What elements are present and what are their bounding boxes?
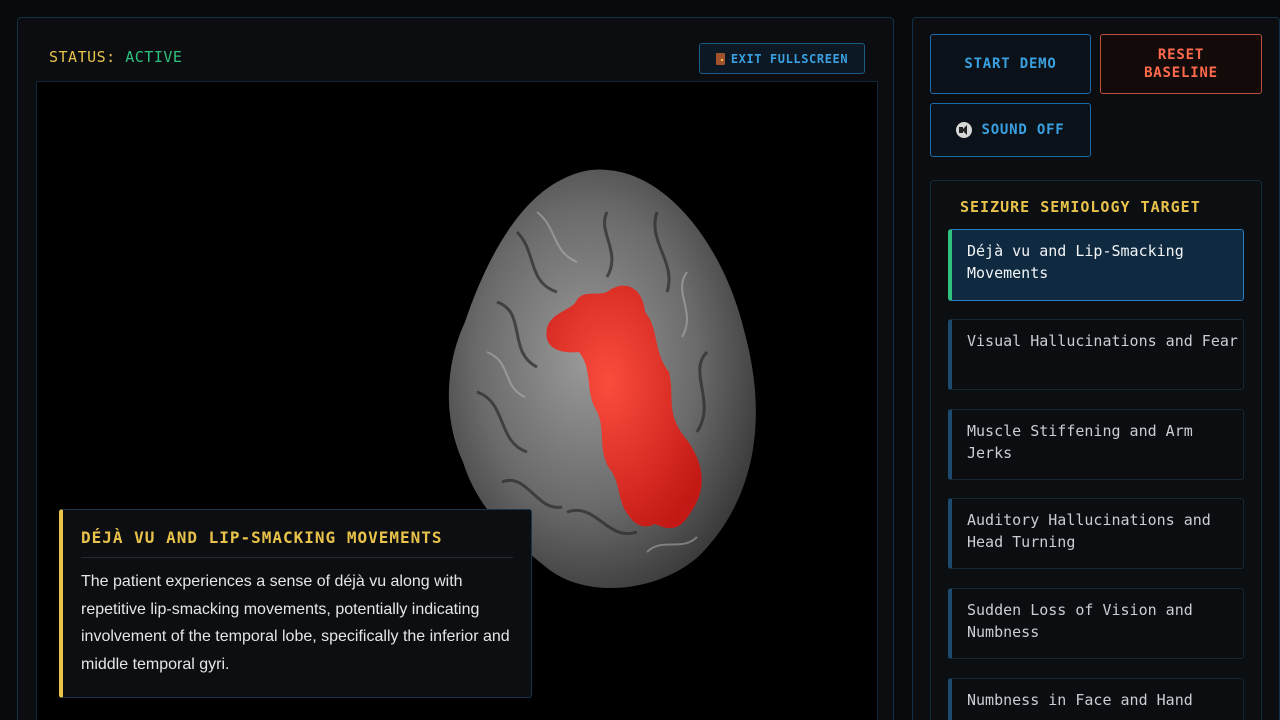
reset-baseline-label: RESET BASELINE (1144, 47, 1218, 81)
info-card-title: DÉJÀ VU AND LIP-SMACKING MOVEMENTS (81, 528, 513, 558)
exit-fullscreen-button[interactable]: EXIT FULLSCREEN (699, 43, 865, 74)
semiology-target-list: SEIZURE SEMIOLOGY TARGET Déjà vu and Lip… (930, 180, 1262, 720)
reset-baseline-button[interactable]: RESET BASELINE (1100, 34, 1262, 94)
door-icon (715, 52, 725, 65)
sound-toggle-label: SOUND OFF (981, 122, 1065, 138)
side-panel: START DEMO RESET BASELINE SOUND OFF SEIZ… (912, 17, 1280, 720)
sound-toggle-button[interactable]: SOUND OFF (930, 103, 1091, 157)
status-label: STATUS: (49, 48, 116, 66)
semiology-item-visual-hallucinations[interactable]: Visual Hallucinations and Fear (948, 319, 1244, 390)
status-value: ACTIVE (125, 48, 183, 66)
mute-speaker-icon (956, 122, 973, 138)
semiology-item-deja-vu[interactable]: Déjà vu and Lip-Smacking Movements (948, 229, 1244, 301)
start-demo-button[interactable]: START DEMO (930, 34, 1091, 94)
brain-viewer[interactable]: DÉJÀ VU AND LIP-SMACKING MOVEMENTS The p… (36, 81, 878, 720)
main-panel: STATUS: ACTIVE EXIT FULLSCREEN DÉJÀ VU A… (17, 17, 894, 720)
semiology-info-card: DÉJÀ VU AND LIP-SMACKING MOVEMENTS The p… (59, 509, 532, 698)
exit-fullscreen-label: EXIT FULLSCREEN (730, 51, 849, 66)
semiology-item-loss-of-vision[interactable]: Sudden Loss of Vision and Numbness (948, 588, 1244, 659)
semiology-title: SEIZURE SEMIOLOGY TARGET (960, 198, 1201, 216)
status-indicator: STATUS: ACTIVE (49, 48, 182, 66)
info-card-description: The patient experiences a sense of déjà … (81, 573, 510, 673)
semiology-item-muscle-stiffening[interactable]: Muscle Stiffening and Arm Jerks (948, 409, 1244, 480)
semiology-item-auditory-hallucinations[interactable]: Auditory Hallucinations and Head Turning (948, 498, 1244, 569)
semiology-item-face-hand-numbness[interactable]: Numbness in Face and Hand (948, 678, 1244, 720)
